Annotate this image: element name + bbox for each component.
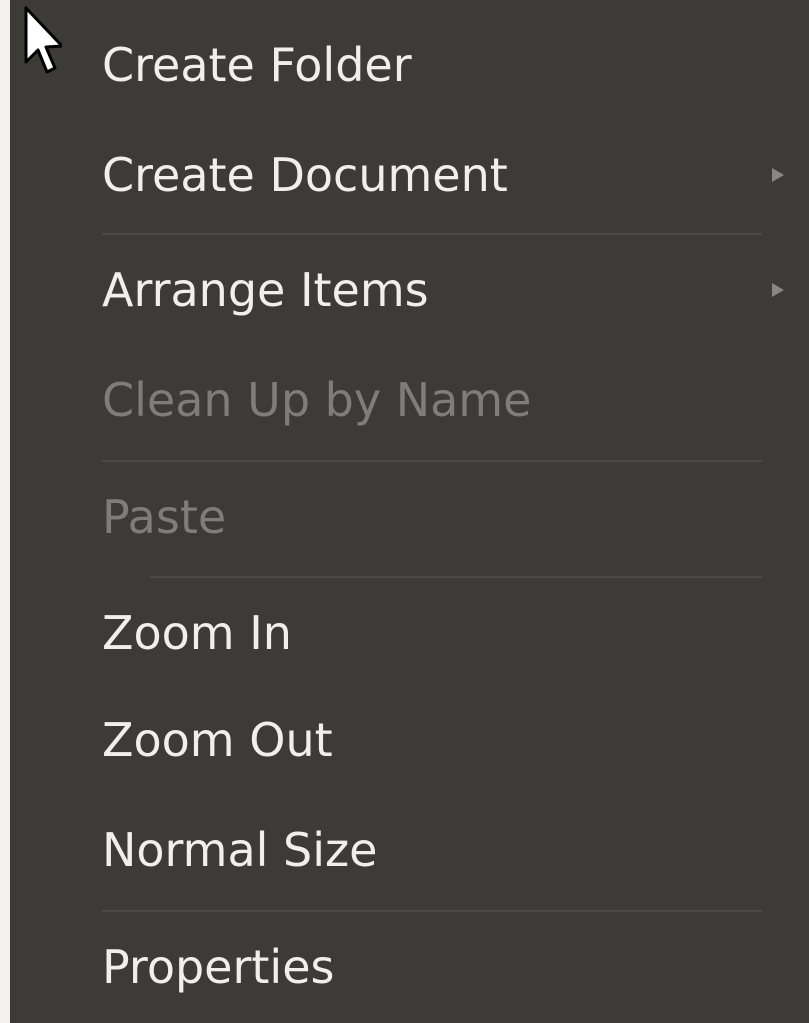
- menu-item-label: Zoom Out: [102, 713, 333, 767]
- menu-item-label: Clean Up by Name: [102, 373, 532, 427]
- menu-item-label: Properties: [102, 940, 335, 994]
- submenu-arrow-icon: [772, 168, 784, 182]
- menu-separator: [102, 233, 762, 235]
- menu-item-normal-size[interactable]: Normal Size: [102, 805, 377, 895]
- menu-item-label: Paste: [102, 490, 227, 544]
- menu-item-zoom-in[interactable]: Zoom In: [102, 588, 292, 678]
- mouse-pointer-icon: [24, 6, 62, 74]
- menu-separator: [102, 460, 762, 462]
- menu-item-label: Create Document: [102, 148, 508, 202]
- menu-item-zoom-out[interactable]: Zoom Out: [102, 695, 333, 785]
- menu-item-properties[interactable]: Properties: [102, 922, 334, 1012]
- menu-item-label: Normal Size: [102, 823, 378, 877]
- menu-item-label: Create Folder: [102, 38, 412, 92]
- menu-item-label: Zoom In: [102, 606, 292, 660]
- menu-item-create-folder[interactable]: Create Folder: [102, 20, 412, 110]
- submenu-arrow-icon: [772, 283, 784, 297]
- menu-item-label: Arrange Items: [102, 263, 429, 317]
- menu-item-clean-up-by-name: Clean Up by Name: [102, 355, 531, 445]
- menu-item-paste: Paste: [102, 472, 226, 562]
- context-menu: Create Folder Create Document Arrange It…: [0, 0, 809, 1023]
- menu-separator: [150, 576, 762, 578]
- menu-item-arrange-items[interactable]: Arrange Items: [102, 245, 429, 335]
- menu-separator: [102, 910, 762, 912]
- menu-item-create-document[interactable]: Create Document: [102, 130, 508, 220]
